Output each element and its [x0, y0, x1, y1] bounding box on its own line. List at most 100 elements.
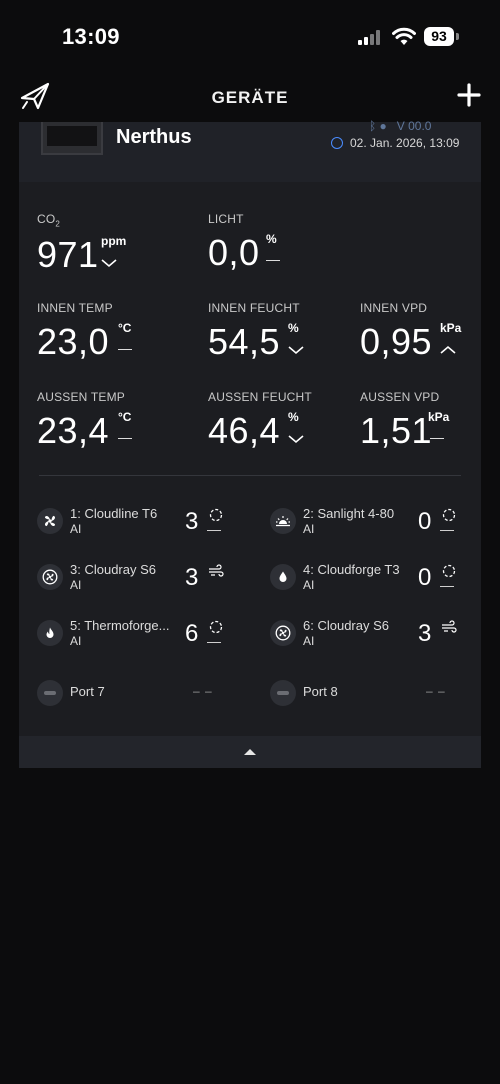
wifi-icon: [392, 27, 416, 45]
section-divider: [39, 475, 461, 476]
port-underline: [207, 530, 221, 531]
port-7[interactable]: Port 7 – –: [37, 678, 247, 718]
metric-value: 23,0: [37, 321, 110, 362]
collapse-bar[interactable]: [19, 736, 481, 768]
metric-label: INNEN VPD: [360, 301, 428, 315]
port-name: Port 8: [303, 684, 338, 699]
port-mode: AI: [70, 578, 82, 592]
metric-innen-temp[interactable]: INNEN TEMP 23,0 °C: [37, 301, 132, 362]
battery-indicator: 93: [424, 27, 454, 46]
status-time: 13:09: [62, 24, 120, 49]
device-image: [41, 122, 103, 155]
metric-label: LICHT: [208, 212, 244, 226]
metric-value: 46,4: [208, 410, 281, 451]
metric-unit: %: [288, 321, 299, 335]
device-card[interactable]: Nerthus ᛒ ● V 00.0 02. Jan. 2026, 13:09 …: [19, 119, 481, 768]
port-8[interactable]: Port 8 – –: [270, 678, 480, 718]
device-updated: 02. Jan. 2026, 13:09: [331, 136, 459, 150]
metric-co2[interactable]: CO2 971 ppm: [37, 212, 126, 276]
port-level: 6: [185, 620, 199, 647]
device-name: Nerthus: [116, 126, 192, 148]
trend-flat-icon: [266, 260, 280, 261]
fan-icon: [37, 508, 63, 534]
plug-icon: [270, 680, 296, 706]
port-mode: AI: [303, 522, 315, 536]
sunrise-icon: [270, 508, 296, 534]
metric-label: AUSSEN FEUCHT: [208, 390, 312, 404]
plug-icon: [37, 680, 63, 706]
status-bar: 13:09 93: [0, 0, 500, 72]
metric-innen-feucht[interactable]: INNEN FEUCHT 54,5 %: [208, 301, 304, 362]
trend-down-icon: [288, 346, 304, 355]
nav-bar: GERÄTE: [0, 72, 500, 122]
device-card-header[interactable]: Nerthus ᛒ ● V 00.0 02. Jan. 2026, 13:09: [19, 119, 481, 182]
metric-unit: kPa: [440, 321, 462, 335]
timer-icon: [442, 508, 456, 522]
port-name: 6: Cloudray S6: [303, 618, 389, 633]
metric-unit: °C: [118, 410, 132, 424]
device-connection-info: ᛒ ● V 00.0: [369, 119, 432, 133]
trend-flat-icon: [118, 438, 132, 439]
metric-unit: ppm: [101, 234, 127, 249]
port-empty-value: – –: [426, 684, 446, 698]
metric-licht[interactable]: LICHT 0,0 %: [208, 212, 280, 273]
port-level: 0: [418, 564, 432, 591]
metric-value: 0,0: [208, 232, 260, 273]
metric-unit: %: [266, 232, 277, 246]
droplet-icon: [270, 564, 296, 590]
port-level: 3: [418, 620, 432, 647]
metric-aussen-feucht[interactable]: AUSSEN FEUCHT 46,4 %: [208, 390, 312, 451]
port-level: 3: [185, 508, 199, 535]
port-3[interactable]: 3: Cloudray S6 AI 3: [37, 562, 247, 602]
port-level: 0: [418, 508, 432, 535]
port-5[interactable]: 5: Thermoforge... AI 6: [37, 618, 247, 658]
port-mode: AI: [70, 522, 82, 536]
metric-aussen-temp[interactable]: AUSSEN TEMP 23,4 °C: [37, 390, 132, 451]
metric-value: 0,95: [360, 321, 433, 362]
port-1[interactable]: 1: Cloudline T6 AI 3: [37, 506, 247, 546]
device-updated-text: 02. Jan. 2026, 13:09: [350, 136, 460, 150]
port-name: 5: Thermoforge...: [70, 618, 170, 633]
trend-flat-icon: [118, 349, 132, 350]
port-name: Port 7: [70, 684, 105, 699]
add-device-button[interactable]: [456, 82, 482, 108]
metric-label: CO2: [37, 212, 61, 229]
wind-icon: [442, 620, 457, 633]
fan-circle-icon: [37, 564, 63, 590]
battery-nub: [456, 33, 459, 40]
page-title: GERÄTE: [211, 88, 289, 107]
metric-unit: °C: [118, 321, 132, 335]
fan-circle-icon: [270, 620, 296, 646]
timer-icon: [442, 564, 456, 578]
port-name: 3: Cloudray S6: [70, 562, 156, 577]
port-2[interactable]: 2: Sanlight 4-80 AI 0: [270, 506, 480, 546]
port-name: 1: Cloudline T6: [70, 506, 158, 521]
port-6[interactable]: 6: Cloudray S6 AI 3: [270, 618, 480, 658]
port-mode: AI: [70, 634, 82, 648]
wind-icon: [209, 564, 224, 577]
port-level: 3: [185, 564, 199, 591]
port-4[interactable]: 4: Cloudforge T3 AI 0: [270, 562, 480, 602]
metric-label: AUSSEN VPD: [360, 390, 440, 404]
metric-unit: kPa: [428, 410, 450, 424]
port-mode: AI: [303, 634, 315, 648]
cellular-signal-icon: [358, 29, 382, 45]
trend-down-icon: [288, 435, 304, 444]
metric-innen-vpd[interactable]: INNEN VPD 0,95 kPa: [360, 301, 461, 362]
chevron-up-icon[interactable]: [243, 748, 257, 756]
metric-unit: %: [288, 410, 299, 424]
timer-icon: [209, 508, 223, 522]
metric-value: 971: [37, 234, 99, 276]
metric-aussen-vpd[interactable]: AUSSEN VPD 1,51 kPa: [360, 390, 449, 451]
metric-label: AUSSEN TEMP: [37, 390, 125, 404]
port-name: 4: Cloudforge T3: [303, 562, 400, 577]
port-underline: [440, 530, 454, 531]
flame-icon: [37, 620, 63, 646]
metric-value: 1,51: [360, 410, 433, 451]
status-ring-icon: [331, 137, 343, 149]
port-empty-value: – –: [193, 684, 213, 698]
metric-value: 23,4: [37, 410, 110, 451]
port-mode: AI: [303, 578, 315, 592]
metric-value: 54,5: [208, 321, 281, 362]
port-name: 2: Sanlight 4-80: [303, 506, 395, 521]
